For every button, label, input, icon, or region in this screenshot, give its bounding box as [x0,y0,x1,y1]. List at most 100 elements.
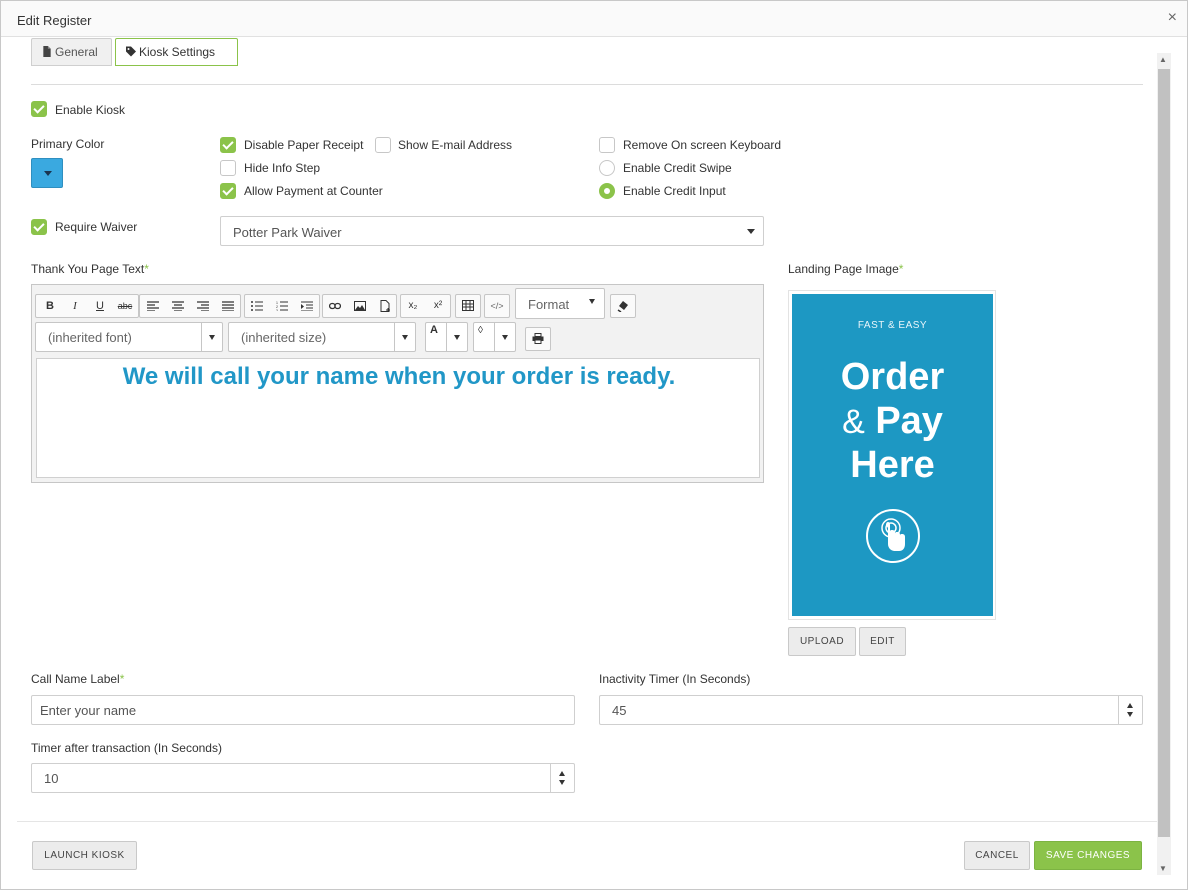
separator [394,323,395,351]
tab-general-label: General [55,45,98,59]
scrollbar-thumb[interactable] [1158,69,1170,837]
remove-format-icon[interactable] [611,295,635,317]
decrement-icon[interactable] [1127,712,1133,717]
separator [494,323,495,351]
landing-image-line2: & Pay [792,400,993,443]
landing-image-ampersand: & [842,403,865,441]
table-icon[interactable] [456,295,480,317]
landing-image-word-here: Here [850,444,935,486]
print-icon[interactable] [526,328,550,350]
required-mark: * [898,262,904,276]
disable-paper-receipt-checkbox[interactable] [220,137,236,153]
link-icon[interactable] [323,295,347,317]
font-size-select[interactable]: (inherited size) [228,322,416,352]
vertical-scrollbar[interactable]: ▲ ▼ [1157,53,1171,875]
new-page-icon[interactable] [373,295,397,317]
landing-image-label-text: Landing Page Image [788,262,899,276]
toolbar-lists: 123 [244,294,320,318]
background-color-select[interactable]: ◊ [473,322,516,352]
hide-info-step-checkbox[interactable] [220,160,236,176]
bulleted-list-icon[interactable] [245,295,269,317]
indent-icon[interactable] [295,295,319,317]
superscript-button[interactable]: x² [426,295,450,317]
italic-button[interactable]: I [63,295,87,317]
scroll-up-icon[interactable]: ▲ [1159,55,1167,64]
editor-content-area[interactable]: We will call your name when your order i… [36,358,760,478]
call-name-label-text: Call Name Label [31,672,120,686]
enable-credit-input-radio[interactable] [599,183,615,199]
show-email-label: Show E-mail Address [398,138,513,152]
toolbar-basic-styles: B I U abc [35,294,139,318]
increment-icon[interactable] [1127,703,1133,708]
dialog-title: Edit Register [17,13,92,28]
require-waiver-checkbox[interactable] [31,219,47,235]
underline-button[interactable]: U [88,295,112,317]
inactivity-timer-stepper[interactable] [1118,696,1142,724]
enable-credit-input-label: Enable Credit Input [623,184,726,198]
waiver-select[interactable]: Potter Park Waiver [220,216,764,246]
dialog-body: General Kiosk Settings Enable Kiosk Prim… [1,38,1157,821]
close-icon[interactable]: × [1168,9,1177,27]
toolbar-insert [322,294,397,318]
image-icon[interactable] [348,295,372,317]
after-transaction-timer-input[interactable]: 10 [31,763,575,793]
separator [201,323,202,351]
decrement-icon[interactable] [559,780,565,785]
dialog-header: Edit Register × [1,1,1187,37]
inactivity-timer-value: 45 [612,703,627,718]
font-family-select[interactable]: (inherited font) [35,322,223,352]
paint-drop-icon: ◊ [478,325,483,336]
primary-color-picker[interactable] [31,158,63,188]
align-justify-icon[interactable] [216,295,240,317]
align-left-icon[interactable] [141,295,165,317]
edit-image-button[interactable]: EDIT [859,627,906,656]
text-color-select[interactable]: A [425,322,468,352]
chevron-down-icon [402,335,408,340]
strikethrough-button[interactable]: abc [113,295,137,317]
required-mark: * [144,262,149,276]
save-changes-button[interactable]: SAVE CHANGES [1034,841,1142,870]
waiver-select-value: Potter Park Waiver [233,225,342,240]
format-dropdown[interactable]: Format [515,288,605,319]
enable-credit-swipe-label: Enable Credit Swipe [623,161,732,175]
require-waiver-label: Require Waiver [55,220,138,234]
scroll-down-icon[interactable]: ▼ [1159,864,1167,873]
show-email-checkbox[interactable] [375,137,391,153]
separator [446,323,447,351]
remove-keyboard-label: Remove On screen Keyboard [623,138,782,152]
source-code-button[interactable]: </> [485,295,509,317]
required-mark: * [119,672,125,686]
numbered-list-icon[interactable]: 123 [270,295,294,317]
font-size-value: (inherited size) [241,330,327,345]
align-center-icon[interactable] [166,295,190,317]
allow-payment-counter-checkbox[interactable] [220,183,236,199]
enable-credit-swipe-radio[interactable] [599,160,615,176]
chevron-down-icon [502,335,508,340]
toolbar-alignment [139,294,241,318]
cancel-button[interactable]: CANCEL [964,841,1030,870]
launch-kiosk-button[interactable]: LAUNCH KIOSK [32,841,137,870]
chevron-down-icon [209,335,215,340]
allow-payment-counter-label: Allow Payment at Counter [244,184,383,198]
align-right-icon[interactable] [191,295,215,317]
thank-you-label-text: Thank You Page Text [31,262,145,276]
tab-general[interactable]: General [31,38,112,66]
enable-kiosk-checkbox[interactable] [31,101,47,117]
remove-keyboard-checkbox[interactable] [599,137,615,153]
inactivity-timer-label: Inactivity Timer (In Seconds) [599,672,751,686]
subscript-button[interactable]: x₂ [401,295,425,317]
font-family-value: (inherited font) [48,330,132,345]
after-transaction-timer-stepper[interactable] [550,764,574,792]
tab-kiosk-settings[interactable]: Kiosk Settings [115,38,238,66]
increment-icon[interactable] [559,771,565,776]
call-name-input[interactable]: Enter your name [31,695,575,725]
inactivity-timer-input[interactable]: 45 [599,695,1143,725]
upload-button[interactable]: UPLOAD [788,627,856,656]
bold-button[interactable]: B [38,295,62,317]
chevron-down-icon [589,299,595,304]
document-icon [43,46,51,57]
format-dropdown-label: Format [528,297,570,312]
primary-color-label: Primary Color [31,137,105,151]
thank-you-label: Thank You Page Text* [31,262,149,276]
tag-icon [126,46,136,57]
